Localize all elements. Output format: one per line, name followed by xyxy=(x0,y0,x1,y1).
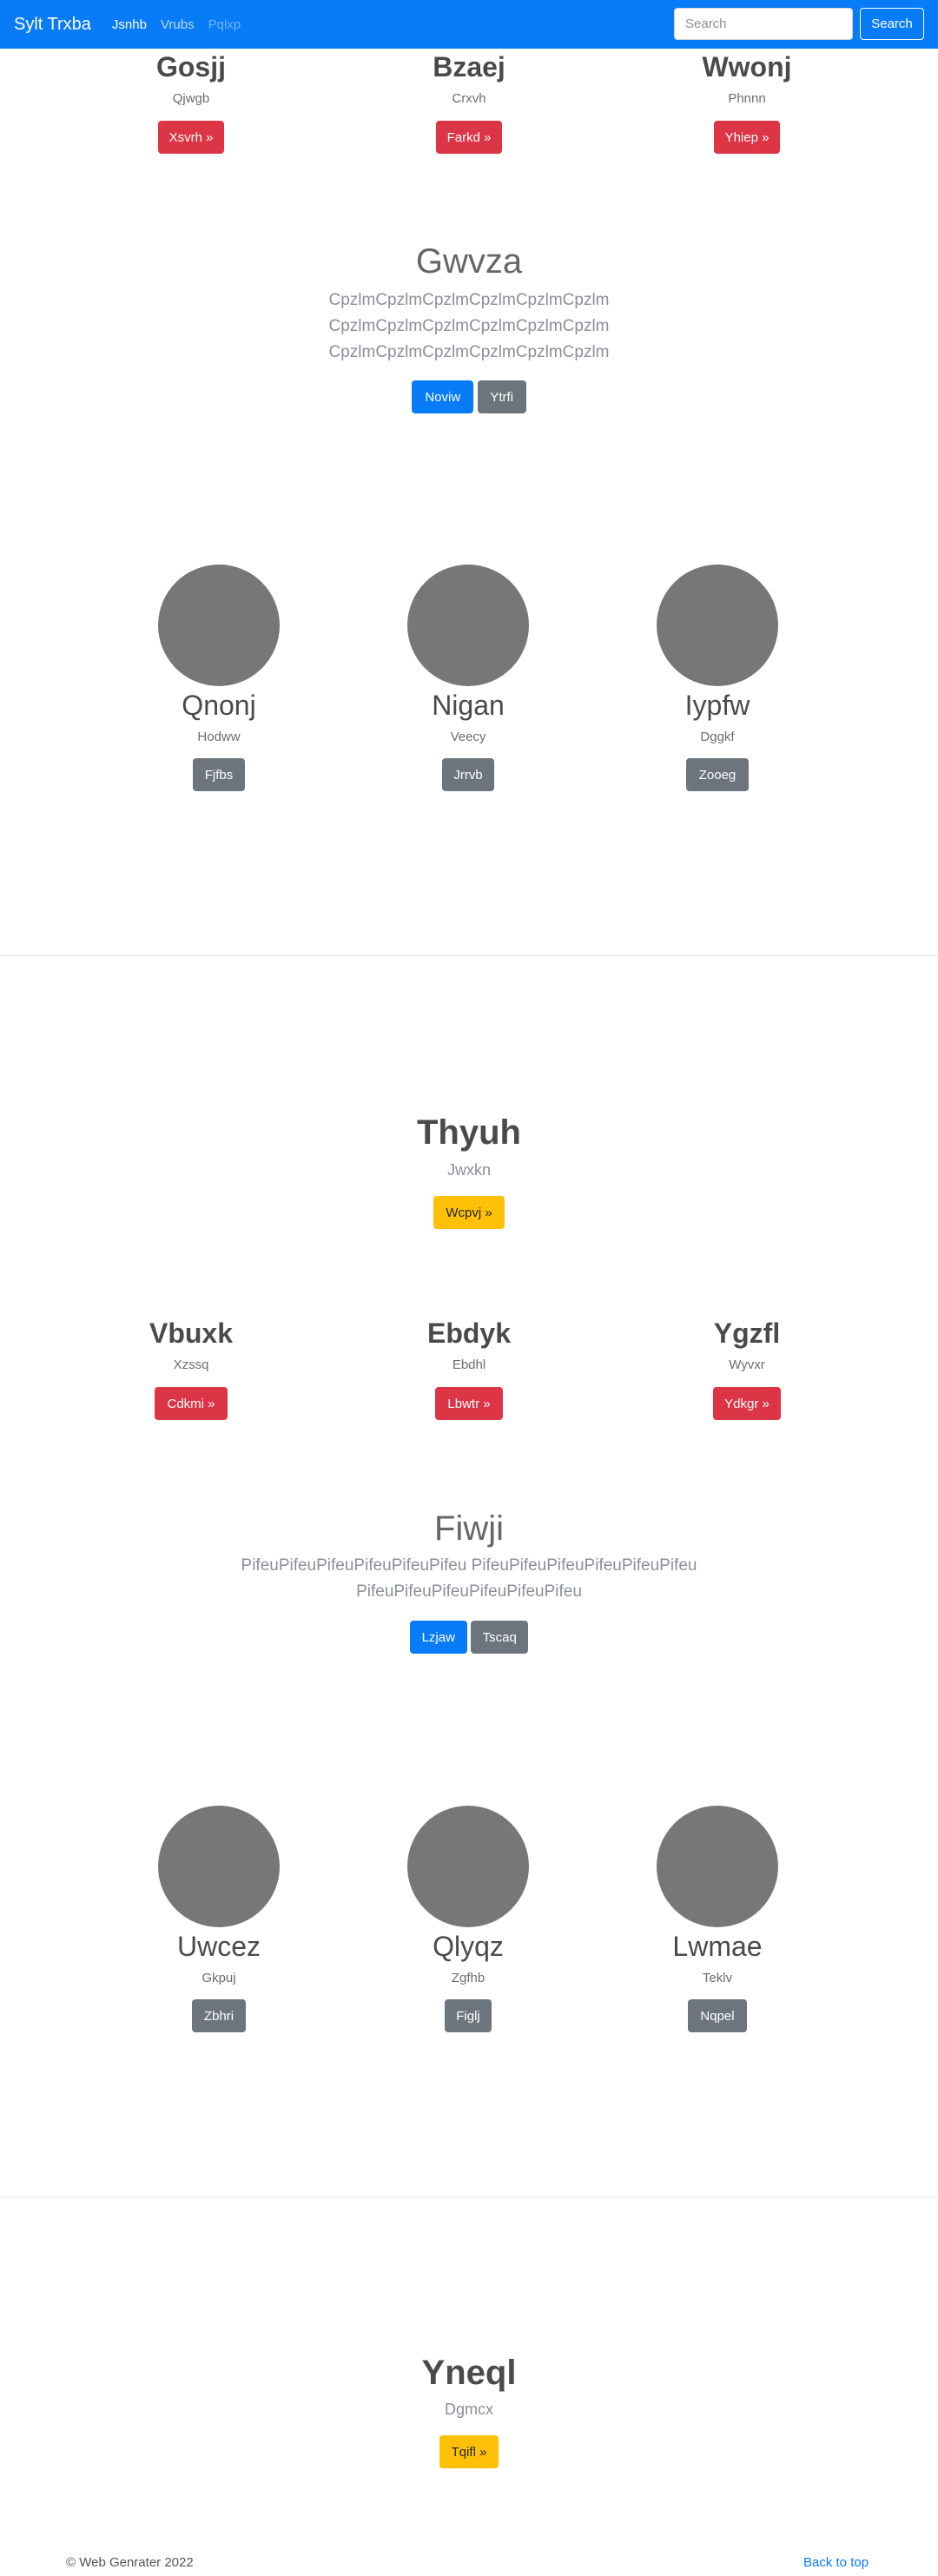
circle-card-title: Nigan xyxy=(432,690,505,721)
circle-card-title: Qnonj xyxy=(182,690,256,721)
column-button[interactable]: Farkd » xyxy=(436,121,502,154)
column-button[interactable]: Lbwtr » xyxy=(435,1387,503,1420)
column-button[interactable]: Yhiep » xyxy=(714,121,780,154)
circle-card-button[interactable]: Zooeg xyxy=(686,758,749,791)
column-1: Gosjj Qjwgb Xsvrh » xyxy=(104,49,278,154)
column-title: Bzaej xyxy=(433,51,505,83)
lead-section-1: Gwvza CpzlmCpzlmCpzlmCpzlmCpzlmCpzlm Cpz… xyxy=(0,239,938,413)
lead-secondary-button[interactable]: Tscaq xyxy=(471,1621,529,1654)
navbar: Sylt Trxba Jsnhb Vrubs Pqlxp Search xyxy=(0,0,938,49)
column-title: Ygzfl xyxy=(713,1318,781,1349)
lead-primary-button[interactable]: Noviw xyxy=(412,380,474,413)
lead-text-line: CpzlmCpzlmCpzlmCpzlmCpzlmCpzlm xyxy=(328,291,610,309)
circle-card-button[interactable]: Jrrvb xyxy=(442,758,494,791)
column-title: Vbuxk xyxy=(149,1318,234,1349)
circle-card-4: Uwcez Gkpuj Zbhri xyxy=(132,1806,306,2032)
circle-card-6: Lwmae Teklv Nqpel xyxy=(631,1806,804,2032)
hero-button[interactable]: Wcpvj » xyxy=(433,1196,505,1229)
circle-card-title: Lwmae xyxy=(672,1931,763,1962)
hero-button[interactable]: Tqifl » xyxy=(439,2435,499,2468)
nav-link-1[interactable]: Jsnhb xyxy=(112,17,147,32)
column-6: Ygzfl Wyvxr Ydkgr » xyxy=(660,1316,834,1420)
nav-link-2[interactable]: Vrubs xyxy=(161,17,195,32)
search-button[interactable]: Search xyxy=(860,8,924,40)
lead-primary-button[interactable]: Lzjaw xyxy=(409,1621,467,1654)
search-input[interactable] xyxy=(674,8,853,40)
column-3: Wwonj Phnnn Yhiep » xyxy=(660,49,834,154)
hero-subtitle: Jwxkn xyxy=(446,1161,491,1179)
column-4: Vbuxk Xzssq Cdkmi » xyxy=(104,1316,278,1420)
column-subtitle: Xzssq xyxy=(173,1357,209,1372)
column-button[interactable]: Xsvrh » xyxy=(158,121,224,154)
column-subtitle: Crxvh xyxy=(452,91,486,106)
placeholder-circle-image xyxy=(158,565,280,686)
column-subtitle: Ebdhl xyxy=(452,1357,486,1372)
nav-link-3-disabled: Pqlxp xyxy=(208,17,241,32)
hero-subtitle: Dgmcx xyxy=(444,2401,493,2418)
placeholder-circle-image xyxy=(657,1806,778,1927)
lead-title: Gwvza xyxy=(415,242,523,281)
column-title: Wwonj xyxy=(702,51,792,83)
circle-card-subtitle: Dggkf xyxy=(700,730,735,744)
circle-card-subtitle: Teklv xyxy=(702,1971,733,1985)
column-subtitle: Wyvxr xyxy=(729,1357,765,1372)
navbar-brand[interactable]: Sylt Trxba xyxy=(14,15,91,35)
circle-card-2: Nigan Veecy Jrrvb xyxy=(381,565,555,791)
placeholder-circle-image xyxy=(158,1806,280,1927)
circle-card-1: Qnonj Hodww Fjfbs xyxy=(132,565,306,791)
section-divider xyxy=(0,955,938,956)
lead-text-line: CpzlmCpzlmCpzlmCpzlmCpzlmCpzlm xyxy=(328,343,610,361)
column-button[interactable]: Cdkmi » xyxy=(155,1387,228,1420)
lead-secondary-button[interactable]: Ytrfi xyxy=(477,380,526,413)
circle-card-button[interactable]: Nqpel xyxy=(688,1999,747,2032)
column-2: Bzaej Crxvh Farkd » xyxy=(382,49,556,154)
placeholder-circle-image xyxy=(657,565,778,686)
circle-card-subtitle: Gkpuj xyxy=(201,1971,236,1985)
placeholder-circle-image xyxy=(407,565,529,686)
circle-card-5: Qlyqz Zgfhb Figlj xyxy=(381,1806,555,2032)
lead-text-line: PifeuPifeuPifeuPifeuPifeuPifeu PifeuPife… xyxy=(241,1556,697,1575)
back-to-top-link[interactable]: Back to top xyxy=(803,2555,869,2570)
lead-section-2: Fiwji PifeuPifeuPifeuPifeuPifeuPifeu Pif… xyxy=(0,1506,938,1654)
footer-copyright: © Web Genrater 2022 xyxy=(66,2555,194,2570)
circle-card-subtitle: Zgfhb xyxy=(451,1971,486,1985)
lead-text-line: PifeuPifeuPifeuPifeuPifeuPifeu xyxy=(356,1582,582,1601)
hero-section-1: Thyuh Jwxkn Wcpvj » xyxy=(0,1108,938,1229)
hero-section-2: Yneql Dgmcx Tqifl » xyxy=(0,2348,938,2468)
column-subtitle: Phnnn xyxy=(728,91,766,106)
column-title: Gosjj xyxy=(155,51,226,83)
column-5: Ebdyk Ebdhl Lbwtr » xyxy=(382,1316,556,1420)
column-title: Ebdyk xyxy=(426,1318,512,1349)
lead-text-line: CpzlmCpzlmCpzlmCpzlmCpzlmCpzlm xyxy=(328,317,610,335)
circle-card-subtitle: Hodww xyxy=(197,730,241,744)
section-divider xyxy=(0,2196,938,2197)
placeholder-circle-image xyxy=(407,1806,529,1927)
circle-card-button[interactable]: Fjfbs xyxy=(193,758,245,791)
lead-title: Fiwji xyxy=(434,1509,504,1548)
hero-title: Thyuh xyxy=(417,1113,521,1152)
column-subtitle: Qjwgb xyxy=(172,91,210,106)
circle-card-subtitle: Veecy xyxy=(450,730,486,744)
circle-card-title: Qlyqz xyxy=(433,1931,504,1962)
hero-title: Yneql xyxy=(421,2354,517,2392)
column-button[interactable]: Ydkgr » xyxy=(713,1387,781,1420)
circle-card-button[interactable]: Zbhri xyxy=(192,1999,246,2032)
circle-card-title: Uwcez xyxy=(176,1931,261,1962)
circle-card-3: Iypfw Dggkf Zooeg xyxy=(631,565,804,791)
circle-card-button[interactable]: Figlj xyxy=(445,1999,492,2032)
circle-card-title: Iypfw xyxy=(684,690,750,721)
